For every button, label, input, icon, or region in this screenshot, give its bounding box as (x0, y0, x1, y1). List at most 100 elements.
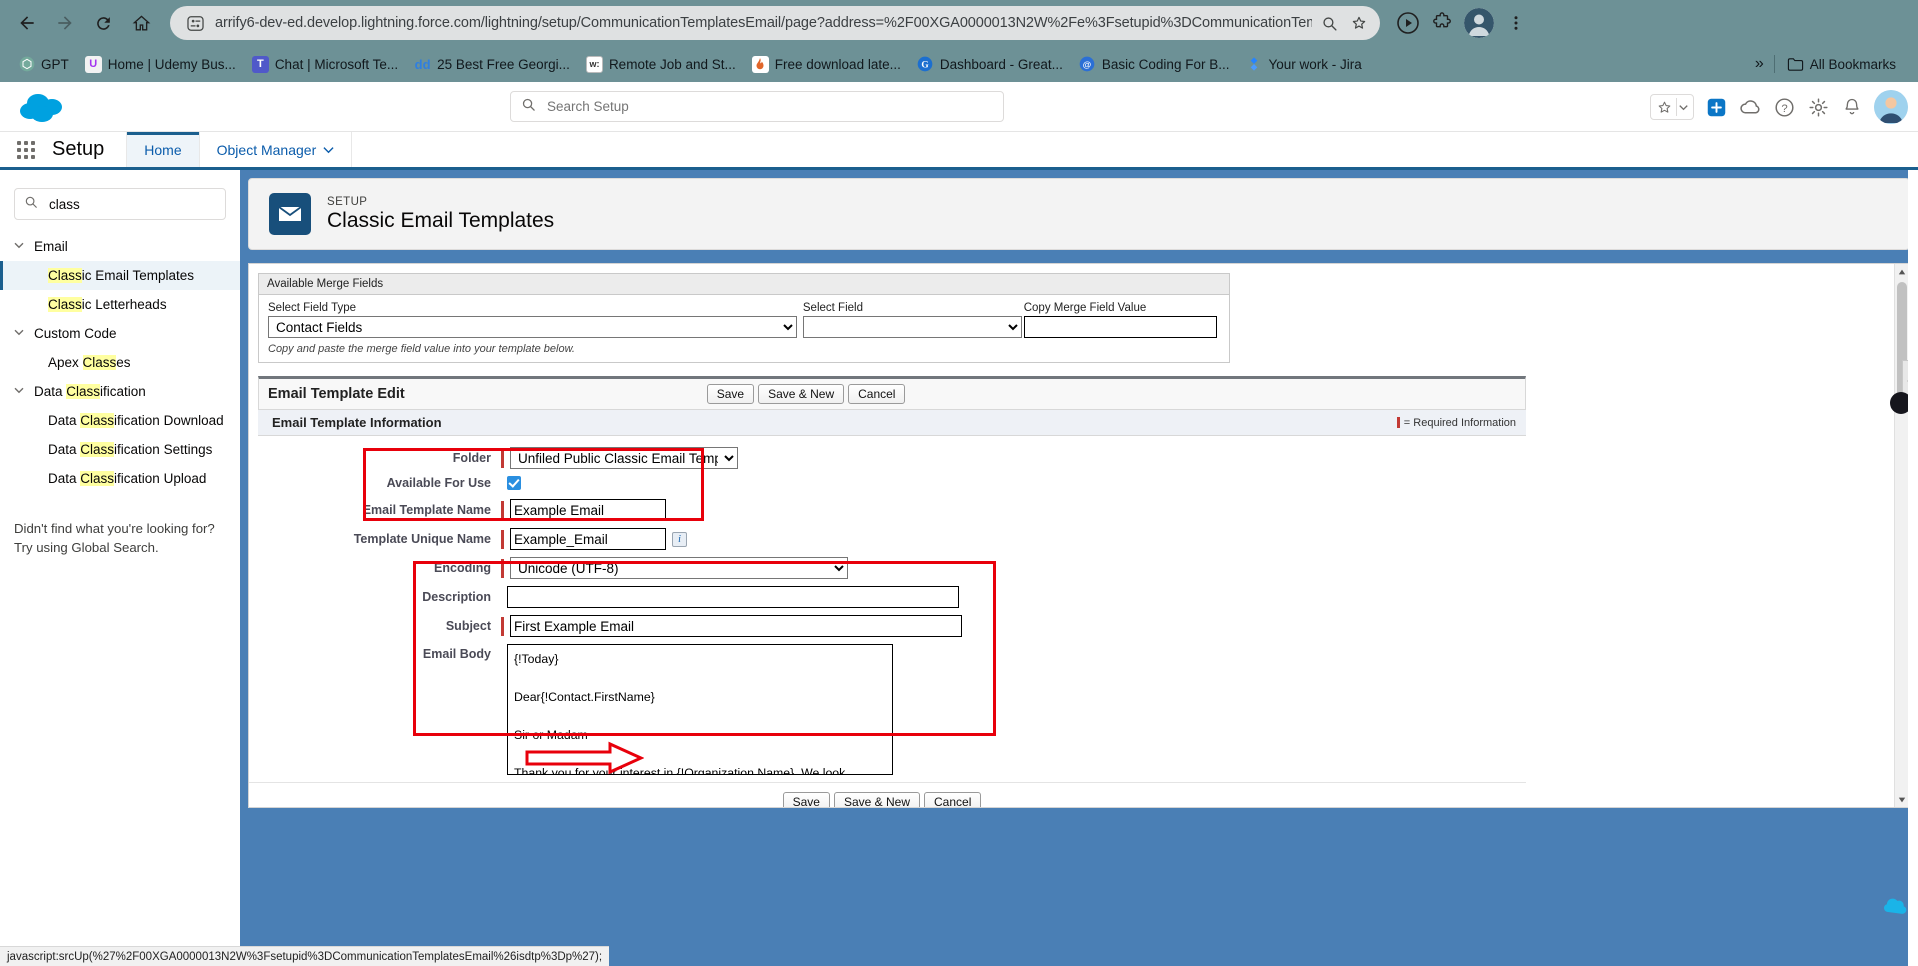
bookmark-udemy[interactable]: U Home | Udemy Bus... (77, 53, 244, 76)
user-avatar[interactable] (1874, 90, 1908, 124)
address-bar[interactable]: arrify6-dev-ed.develop.lightning.force.c… (170, 6, 1380, 40)
gpt-icon (18, 56, 35, 73)
home-button[interactable] (124, 6, 158, 40)
sidebar-item-classic-email-templates[interactable]: Classic Email Templates (0, 261, 240, 290)
available-for-use-checkbox[interactable] (507, 476, 521, 490)
bookmark-remote-job[interactable]: w: Remote Job and St... (578, 53, 744, 76)
all-bookmarks-label: All Bookmarks (1809, 56, 1896, 72)
field-row-template-name: Email Template Name (258, 499, 1526, 521)
tab-object-manager[interactable]: Object Manager (198, 132, 353, 167)
sidebar-item-classic-letterheads[interactable]: Classic Letterheads (0, 290, 240, 319)
global-search-input[interactable] (545, 98, 993, 115)
page-eyebrow: SETUP (327, 195, 368, 208)
salesforce-cloud-logo (16, 87, 72, 127)
reload-button[interactable] (86, 6, 120, 40)
tab-home-label: Home (144, 141, 182, 158)
sidebar-group-custom-code[interactable]: Custom Code (0, 319, 240, 348)
tab-home[interactable]: Home (126, 132, 199, 167)
copy-merge-field-value-label: Copy Merge Field Value (1023, 302, 1147, 314)
bookmark-jira[interactable]: Your work - Jira (1237, 53, 1369, 76)
save-button-top[interactable]: Save (706, 384, 755, 404)
email-template-name-input[interactable] (510, 499, 666, 521)
add-icon[interactable] (1704, 95, 1728, 119)
available-for-use-label: Available For Use (386, 476, 491, 490)
quick-find-box[interactable] (14, 188, 228, 220)
help-icon[interactable]: ? (1772, 95, 1796, 119)
bookmark-free-download[interactable]: Free download late... (744, 53, 909, 76)
scroll-down-arrow-icon[interactable] (1895, 792, 1909, 807)
field-row-available-for-use: Available For Use (258, 476, 1526, 490)
iframe-scroll-area: Available Merge Fields Select Field Type… (249, 264, 1894, 807)
folder-label: Folder (452, 451, 491, 465)
extensions-puzzle-icon[interactable] (1426, 7, 1458, 39)
bookmark-gpt[interactable]: GPT (10, 53, 77, 76)
bookmark-basic-coding[interactable]: @ Basic Coding For B... (1071, 53, 1238, 76)
select-field-type-label: Select Field Type (268, 302, 357, 314)
einstein-assistant-icon[interactable] (1882, 894, 1910, 922)
setup-sidebar: Email Classic Email Templates Classic Le… (0, 170, 240, 966)
edit-panel-title: Email Template Edit (268, 386, 405, 402)
sidebar-group-label: Email (34, 239, 68, 254)
favorites-star-icon[interactable] (1654, 97, 1674, 117)
chrome-menu-icon[interactable] (1500, 7, 1532, 39)
content-scrollbar[interactable] (1894, 264, 1909, 807)
sidebar-item-label: ic Email Templates (81, 268, 195, 283)
bookmarks-overflow-button[interactable]: » (1755, 55, 1764, 73)
select-field-dropdown[interactable] (802, 316, 1022, 338)
description-input[interactable] (507, 586, 959, 608)
search-google-icon[interactable] (1316, 10, 1342, 36)
profile-avatar[interactable] (1464, 8, 1494, 38)
folder-dropdown[interactable]: Unfiled Public Classic Email Templates (510, 447, 738, 469)
media-play-icon[interactable] (1392, 7, 1424, 39)
encoding-dropdown[interactable]: Unicode (UTF-8) (510, 557, 848, 579)
site-settings-icon[interactable] (184, 12, 206, 34)
global-search[interactable] (510, 91, 1004, 122)
favorites-caret-icon[interactable] (1676, 98, 1690, 116)
save-and-new-button-top[interactable]: Save & New (758, 384, 845, 404)
bookmark-star-icon[interactable] (1346, 10, 1372, 36)
template-unique-name-input[interactable] (510, 528, 666, 550)
gear-icon[interactable] (1806, 95, 1830, 119)
cancel-button-top[interactable]: Cancel (848, 384, 906, 404)
subject-input[interactable] (510, 615, 962, 637)
save-button-bottom[interactable]: Save (782, 792, 830, 807)
notifications-bell-icon[interactable] (1840, 95, 1864, 119)
save-and-new-button-bottom[interactable]: Save & New (833, 792, 921, 807)
all-bookmarks-button[interactable]: All Bookmarks (1785, 53, 1904, 76)
sidebar-item-data-classification-download[interactable]: Data Classification Download (0, 406, 240, 435)
scroll-up-arrow-icon[interactable] (1895, 264, 1909, 279)
highlight-fragment: Class (80, 442, 115, 457)
header-right-icons: ? (1650, 82, 1908, 132)
copy-merge-field-value-input[interactable] (1023, 316, 1217, 338)
bookmark-label: Remote Job and St... (608, 56, 736, 72)
jira-icon (1245, 56, 1262, 73)
sidebar-group-data-classification[interactable]: Data Classification (0, 377, 240, 406)
cloud-setup-icon[interactable] (1738, 95, 1762, 119)
bookmark-georgia-fonts[interactable]: dd 25 Best Free Georgi... (406, 53, 578, 76)
sidebar-item-data-classification-settings[interactable]: Data Classification Settings (0, 435, 240, 464)
merge-field-controls: Contact Fields (268, 316, 1220, 338)
url-text: arrify6-dev-ed.develop.lightning.force.c… (215, 15, 1312, 31)
bookmark-label: Dashboard - Great... (939, 56, 1063, 72)
sidebar-item-label: ification Download (114, 413, 224, 428)
bookmark-dashboard[interactable]: G Dashboard - Great... (909, 53, 1071, 76)
app-launcher-button[interactable] (0, 132, 52, 167)
email-body-textarea[interactable]: {!Today} Dear{!Contact.FirstName} Sir or… (507, 644, 893, 775)
info-icon[interactable]: i (672, 531, 687, 547)
sidebar-item-data-classification-upload[interactable]: Data Classification Upload (0, 464, 240, 493)
cancel-button-bottom[interactable]: Cancel (924, 792, 982, 807)
sidebar-item-label: ification Settings (114, 442, 213, 457)
select-field-type-dropdown[interactable]: Contact Fields (268, 316, 797, 338)
favorites-control[interactable] (1650, 94, 1694, 120)
back-button[interactable] (10, 6, 44, 40)
bookmark-teams[interactable]: T Chat | Microsoft Te... (244, 53, 406, 76)
template-form: Folder Unfiled Public Classic Email Temp… (249, 436, 1526, 807)
highlight-fragment: Class (48, 297, 82, 312)
setup-main-content: SETUP Classic Email Templates Available … (240, 170, 1918, 966)
sidebar-item-apex-classes[interactable]: Apex Classes (0, 348, 240, 377)
forward-button[interactable] (48, 6, 82, 40)
setup-navigation: Setup Home Object Manager (0, 132, 1918, 170)
sidebar-group-email[interactable]: Email (0, 232, 240, 261)
quick-find-input[interactable] (47, 195, 228, 213)
field-row-description: Description (258, 586, 1526, 608)
